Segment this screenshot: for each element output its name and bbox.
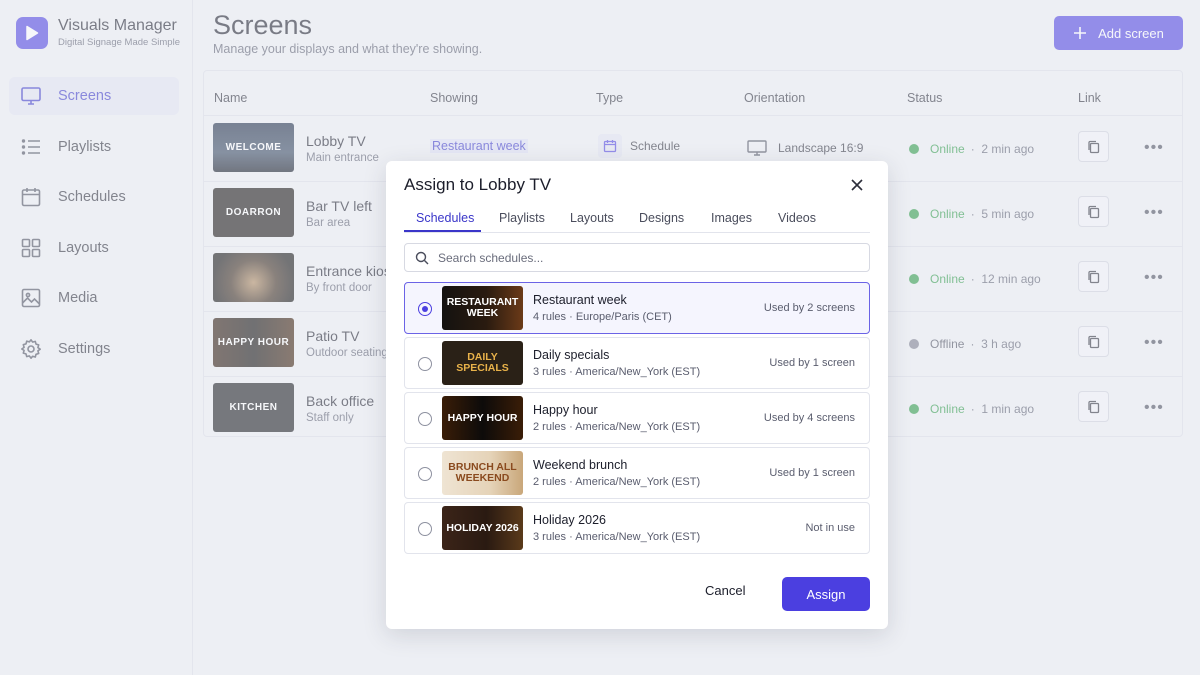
assign-dialog: Assign to Lobby TV Schedules Playlists L… (386, 161, 888, 629)
radio-button[interactable] (418, 357, 432, 371)
schedule-meta: 3 rules · America/New_York (EST) (533, 531, 701, 543)
rule-count: 2 rules (533, 421, 567, 433)
timezone: America/New_York (EST) (575, 531, 701, 543)
schedule-name: Weekend brunch (533, 458, 628, 472)
usage-text: Used by 1 screen (769, 357, 855, 369)
thumb-text: DAILY SPECIALS (456, 351, 509, 374)
tab-images[interactable]: Images (711, 211, 752, 225)
rule-count: 4 rules (533, 311, 567, 323)
schedule-option[interactable]: HOLIDAY 2026 Holiday 2026 3 rules · Amer… (404, 502, 870, 554)
assign-button[interactable]: Assign (782, 577, 870, 611)
schedule-meta: 3 rules · America/New_York (EST) (533, 366, 701, 378)
schedule-meta: 4 rules · Europe/Paris (CET) (533, 311, 672, 323)
rule-count: 3 rules (533, 531, 567, 543)
timezone: America/New_York (EST) (575, 366, 701, 378)
schedule-option[interactable]: RESTAURANT WEEK Restaurant week 4 rules … (404, 282, 870, 334)
usage-text: Used by 2 screens (763, 302, 855, 314)
radio-button[interactable] (418, 302, 432, 316)
schedule-thumbnail: HAPPY HOUR (442, 396, 523, 440)
schedule-option[interactable]: HAPPY HOUR Happy hour 2 rules · America/… (404, 392, 870, 444)
search-placeholder: Search schedules... (438, 250, 544, 265)
tab-playlists[interactable]: Playlists (499, 211, 545, 225)
thumb-text: HAPPY HOUR (447, 411, 518, 424)
schedule-thumbnail: DAILY SPECIALS (442, 341, 523, 385)
thumb-text: RESTAURANT WEEK (446, 296, 519, 319)
usage-text: Used by 1 screen (769, 467, 855, 479)
radio-button[interactable] (418, 522, 432, 536)
radio-button[interactable] (418, 467, 432, 481)
schedule-meta: 2 rules · America/New_York (EST) (533, 476, 701, 488)
cancel-button[interactable]: Cancel (705, 583, 745, 598)
schedule-thumbnail: HOLIDAY 2026 (442, 506, 523, 550)
schedule-option[interactable]: BRUNCH ALL WEEKEND Weekend brunch 2 rule… (404, 447, 870, 499)
rule-count: 2 rules (533, 476, 567, 488)
schedule-thumbnail: RESTAURANT WEEK (442, 286, 523, 330)
tab-schedules[interactable]: Schedules (416, 211, 474, 225)
thumb-text: HOLIDAY 2026 (446, 521, 519, 534)
thumb-text: BRUNCH ALL WEEKEND (448, 461, 517, 484)
close-icon[interactable] (849, 177, 865, 193)
schedule-thumbnail: BRUNCH ALL WEEKEND (442, 451, 523, 495)
tab-videos[interactable]: Videos (778, 211, 816, 225)
timezone: America/New_York (EST) (575, 476, 701, 488)
active-tab-indicator (404, 230, 481, 232)
schedule-name: Restaurant week (533, 293, 627, 307)
timezone: Europe/Paris (CET) (575, 311, 672, 323)
search-icon (415, 251, 429, 264)
tab-designs[interactable]: Designs (639, 211, 684, 225)
rule-count: 3 rules (533, 366, 567, 378)
tab-layouts[interactable]: Layouts (570, 211, 614, 225)
radio-button[interactable] (418, 412, 432, 426)
usage-text: Not in use (805, 522, 855, 534)
schedule-name: Holiday 2026 (533, 513, 606, 527)
search-input[interactable]: Search schedules... (404, 243, 870, 272)
schedule-name: Daily specials (533, 348, 610, 362)
tab-bar: Schedules Playlists Layouts Designs Imag… (404, 207, 870, 233)
usage-text: Used by 4 screens (763, 412, 855, 424)
schedule-meta: 2 rules · America/New_York (EST) (533, 421, 701, 433)
timezone: America/New_York (EST) (575, 421, 701, 433)
dialog-title: Assign to Lobby TV (404, 175, 552, 194)
schedule-name: Happy hour (533, 403, 598, 417)
schedule-option[interactable]: DAILY SPECIALS Daily specials 3 rules · … (404, 337, 870, 389)
